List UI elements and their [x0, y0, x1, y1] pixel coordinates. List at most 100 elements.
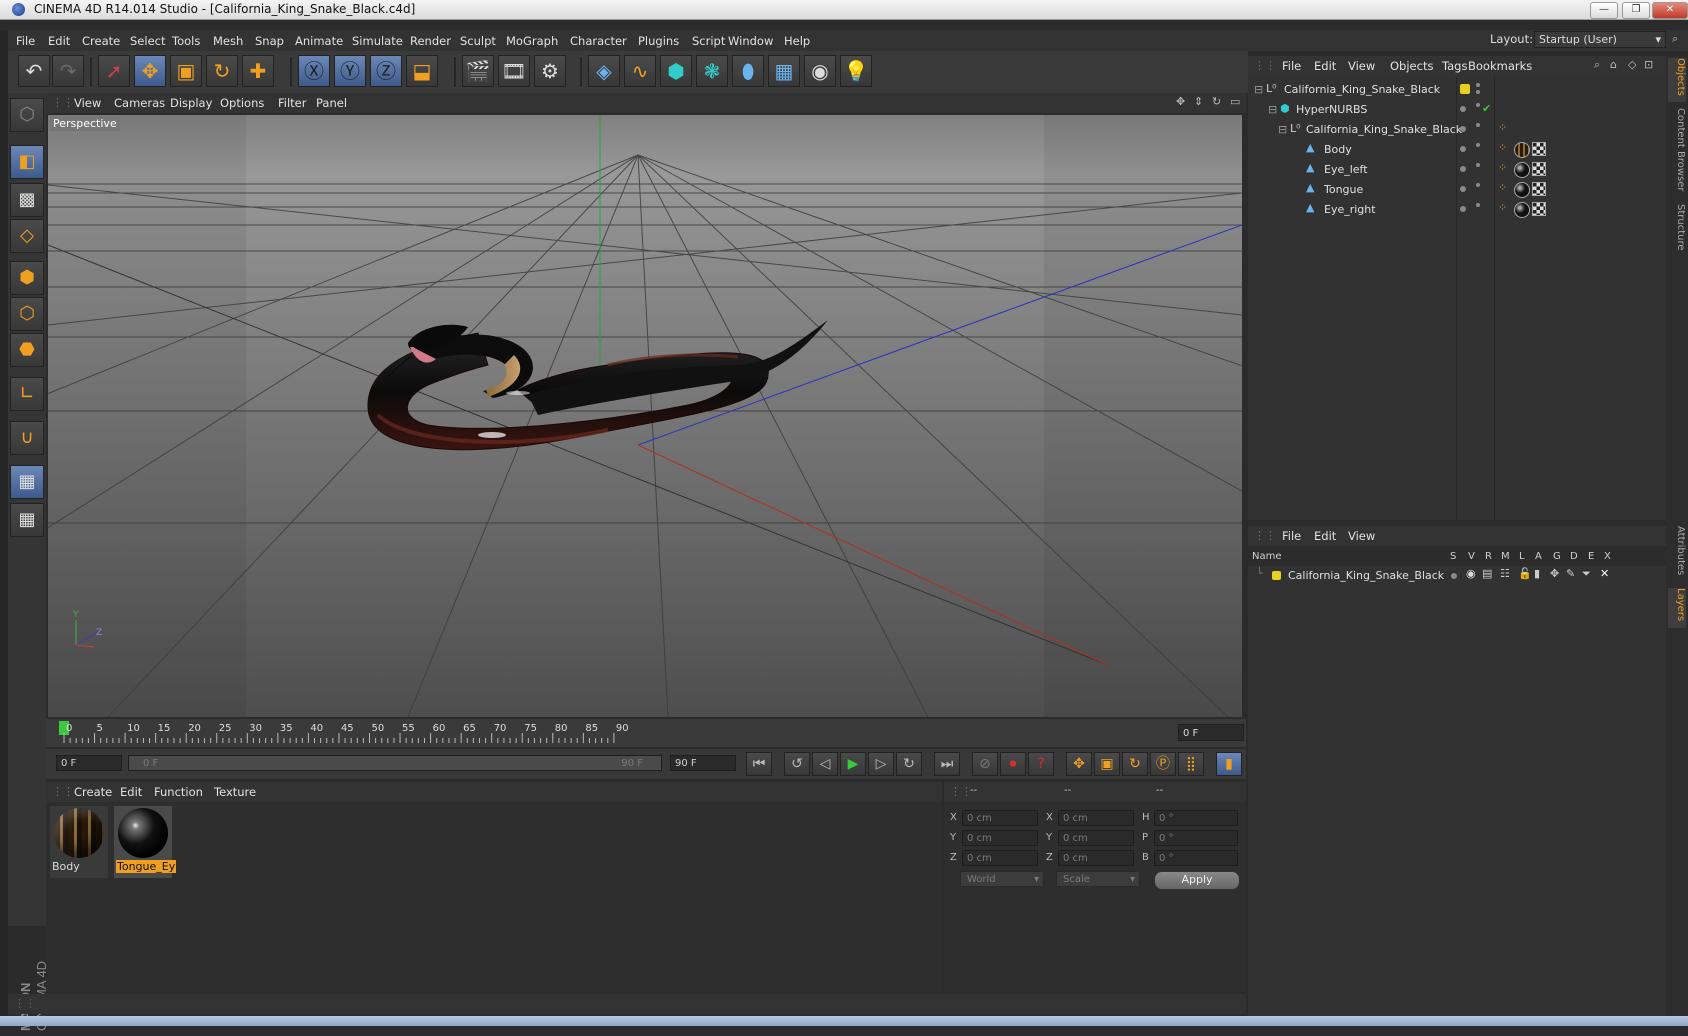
- coordinate-system-icon[interactable]: ⬓: [406, 55, 438, 87]
- side-tab-objects[interactable]: Objects: [1668, 58, 1686, 102]
- object-row-root[interactable]: ⊟ L⁰ California_King_Snake_Black: [1248, 80, 1666, 100]
- snap-settings-icon[interactable]: ▦: [10, 503, 44, 537]
- coord-rot-b-field[interactable]: 0 °: [1154, 850, 1238, 866]
- layer-menu-edit[interactable]: Edit: [1314, 529, 1336, 543]
- go-to-previous-key-icon[interactable]: ↺: [784, 752, 810, 776]
- menu-sculpt[interactable]: Sculpt: [460, 34, 496, 48]
- uvw-tag-icon[interactable]: [1532, 162, 1546, 176]
- editor-visibility-dot[interactable]: [1460, 126, 1466, 132]
- home-icon[interactable]: ⌂: [1610, 58, 1617, 71]
- layer-col-solo[interactable]: S: [1450, 551, 1456, 562]
- object-row-eye-left[interactable]: ▲ Eye_left ⁘: [1248, 160, 1666, 180]
- light-icon[interactable]: 💡: [840, 55, 872, 87]
- minimize-button[interactable]: —: [1590, 2, 1618, 19]
- object-menu-edit[interactable]: Edit: [1314, 59, 1336, 73]
- floor-scene-icon[interactable]: ▦: [768, 55, 800, 87]
- layer-col-generators[interactable]: G: [1553, 551, 1561, 562]
- layer-col-animation[interactable]: A: [1535, 551, 1542, 562]
- z-axis-lock-icon[interactable]: Ⓩ: [370, 55, 402, 87]
- render-visibility-dot[interactable]: [1476, 123, 1480, 127]
- texture-mode-icon[interactable]: ▩: [10, 183, 44, 217]
- render-picture-viewer-icon[interactable]: 🎞: [498, 55, 530, 87]
- magnet-icon[interactable]: ∪: [10, 421, 44, 455]
- viewport-menu-options[interactable]: Options: [220, 96, 264, 110]
- object-row-hypernurbs[interactable]: ⊟ ⬢ HyperNURBS ✔: [1248, 100, 1666, 120]
- enabled-check-icon[interactable]: ✔: [1482, 102, 1491, 115]
- x-axis-lock-icon[interactable]: Ⓧ: [298, 55, 330, 87]
- points-mode-icon[interactable]: ⬢: [10, 261, 44, 295]
- end-frame-field[interactable]: 90 F: [670, 755, 736, 771]
- add-tool-icon[interactable]: ✚: [242, 55, 274, 87]
- 3d-viewport[interactable]: Y Z Perspective: [48, 115, 1242, 717]
- material-tag-icon[interactable]: [1514, 162, 1530, 178]
- material-tag-icon[interactable]: [1514, 142, 1530, 158]
- render-visibility-dot[interactable]: [1476, 103, 1480, 107]
- go-to-end-icon[interactable]: ⏭: [934, 752, 960, 776]
- collapse-icon[interactable]: ⊟: [1268, 103, 1277, 116]
- layer-render-icon[interactable]: ▤: [1482, 567, 1492, 580]
- uvw-tag-icon[interactable]: [1532, 202, 1546, 216]
- next-frame-icon[interactable]: ▷: [868, 752, 894, 776]
- material-swatch-body[interactable]: Body: [50, 806, 108, 878]
- menu-window[interactable]: Window: [728, 34, 773, 48]
- material-menu-texture[interactable]: Texture: [214, 785, 256, 799]
- menu-file[interactable]: File: [16, 34, 35, 48]
- layer-col-locked[interactable]: L: [1519, 551, 1525, 562]
- render-visibility-dot[interactable]: [1476, 163, 1480, 167]
- viewport-menu-view[interactable]: View: [74, 96, 101, 110]
- search-icon[interactable]: ⌕: [1594, 58, 1600, 72]
- layer-col-deformers[interactable]: D: [1570, 551, 1578, 562]
- menu-simulate[interactable]: Simulate: [352, 34, 403, 48]
- collapse-icon[interactable]: ⊟: [1278, 123, 1287, 136]
- menu-mesh[interactable]: Mesh: [213, 34, 243, 48]
- render-settings-icon[interactable]: ⚙: [534, 55, 566, 87]
- menu-animate[interactable]: Animate: [295, 34, 343, 48]
- layer-col-xref[interactable]: X: [1604, 551, 1611, 562]
- scale-tool-icon[interactable]: ▣: [170, 55, 202, 87]
- object-menu-view[interactable]: View: [1348, 59, 1375, 73]
- phong-tag-icon[interactable]: ⁘: [1498, 161, 1507, 174]
- layout-select[interactable]: Startup (User) ▾: [1534, 31, 1666, 48]
- maximize-button[interactable]: ❐: [1622, 2, 1650, 19]
- editor-visibility-dot[interactable]: [1476, 83, 1480, 87]
- viewport-move-icon[interactable]: ✥: [1176, 95, 1185, 108]
- key-parameter-icon[interactable]: Ⓟ: [1150, 752, 1176, 776]
- editor-visibility-dot[interactable]: [1460, 106, 1466, 112]
- layer-color-swatch[interactable]: [1272, 571, 1281, 580]
- layer-color-badge[interactable]: [1460, 84, 1470, 94]
- object-menu-tags[interactable]: Tags: [1442, 59, 1467, 73]
- timeline-toggle-icon[interactable]: ▮: [1216, 752, 1242, 776]
- layer-manager-icon[interactable]: ☷: [1500, 567, 1510, 580]
- layer-view-eye-icon[interactable]: ◉: [1466, 567, 1476, 580]
- uvw-tag-icon[interactable]: [1532, 182, 1546, 196]
- redo-icon[interactable]: ↷: [52, 55, 84, 87]
- layer-generators-icon[interactable]: ✥: [1550, 567, 1559, 580]
- layer-col-name[interactable]: Name: [1252, 551, 1282, 562]
- go-to-start-icon[interactable]: ⏮: [746, 752, 772, 776]
- layer-menu-file[interactable]: File: [1282, 529, 1301, 543]
- edges-mode-icon[interactable]: ⬡: [10, 297, 44, 331]
- viewport-menu-display[interactable]: Display: [170, 96, 212, 110]
- material-menu-create[interactable]: Create: [74, 785, 112, 799]
- menu-select[interactable]: Select: [130, 34, 165, 48]
- object-row-body[interactable]: ▲ Body ⁘: [1248, 140, 1666, 160]
- nurbs-icon[interactable]: ⬢: [660, 55, 692, 87]
- object-row-snake-group[interactable]: ⊟ L⁰ California_King_Snake_Black ⁘: [1248, 120, 1666, 140]
- phong-tag-icon[interactable]: ⁘: [1498, 181, 1507, 194]
- render-view-icon[interactable]: 🎬: [462, 55, 494, 87]
- coord-size-x-field[interactable]: 0 cm: [1058, 810, 1134, 826]
- key-scale-icon[interactable]: ▣: [1094, 752, 1120, 776]
- layer-col-manager[interactable]: M: [1501, 551, 1510, 562]
- coord-space-dropdown[interactable]: World ▾: [960, 871, 1044, 887]
- layer-col-expressions[interactable]: E: [1588, 551, 1594, 562]
- go-to-next-key-icon[interactable]: ↻: [896, 752, 922, 776]
- render-visibility-dot[interactable]: [1476, 203, 1480, 207]
- collapse-icon[interactable]: ⊟: [1254, 83, 1263, 96]
- frame-range-slider[interactable]: 0 F 90 F: [128, 755, 662, 771]
- side-tab-structure[interactable]: Structure: [1668, 204, 1686, 260]
- layer-col-render[interactable]: R: [1485, 551, 1492, 562]
- coord-rot-p-field[interactable]: 0 °: [1154, 830, 1238, 846]
- menu-create[interactable]: Create: [82, 34, 120, 48]
- axis-mode-icon[interactable]: ∟: [10, 377, 44, 411]
- layer-solo-toggle[interactable]: [1451, 573, 1457, 579]
